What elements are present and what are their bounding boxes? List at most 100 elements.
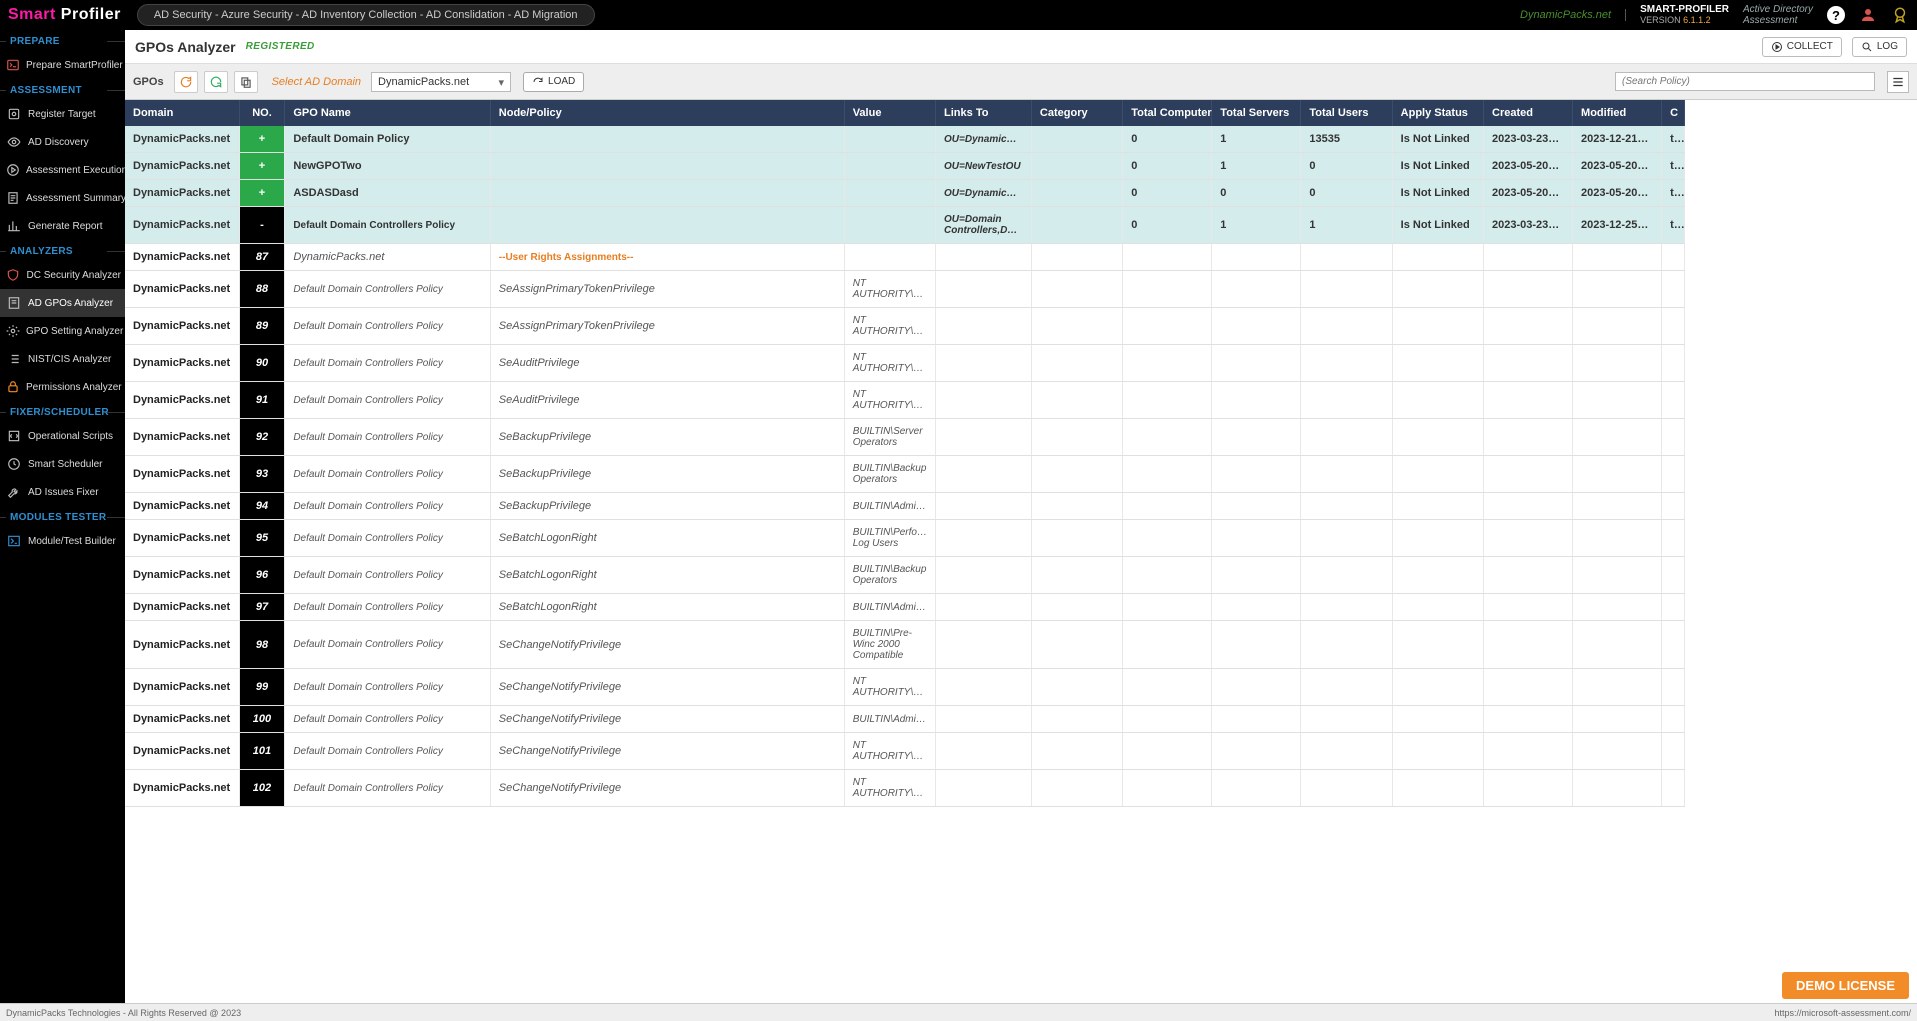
sidebar-item-permissions-analyzer[interactable]: Permissions Analyzer [0,373,125,401]
table-row[interactable]: DynamicPacks.net96Default Domain Control… [125,557,1685,594]
cell [1392,308,1483,345]
footer-right[interactable]: https://microsoft-assessment.com/ [1774,1008,1911,1018]
sidebar-item-ad-gpos-analyzer[interactable]: AD GPOs Analyzer [0,289,125,317]
sidebar-item-gpo-setting-analyzer[interactable]: GPO Setting Analyzer [0,317,125,345]
cell [1301,669,1392,706]
table-row[interactable]: DynamicPacks.net101Default Domain Contro… [125,733,1685,770]
sidebar-item-register-target[interactable]: Register Target [0,100,125,128]
cell [1031,126,1122,153]
cell [1123,706,1212,733]
gpos-label: GPOs [133,76,164,88]
log-button[interactable]: LOG [1852,37,1907,57]
sidebar-item-dc-security-analyzer[interactable]: DC Security Analyzer [0,261,125,289]
cell: Is Not Linked [1392,153,1483,180]
table-row[interactable]: DynamicPacks.net91Default Domain Control… [125,382,1685,419]
copy-button[interactable] [234,71,258,93]
cell [1123,345,1212,382]
domain-dropdown[interactable]: DynamicPacks.net [371,72,511,92]
table-group-row[interactable]: DynamicPacks.net+NewGPOTwoOU=NewTestOU01… [125,153,1685,180]
table-row[interactable]: DynamicPacks.net95Default Domain Control… [125,520,1685,557]
column-header[interactable]: Apply Status [1392,100,1483,126]
cell [1484,770,1573,807]
cell: SeBackupPrivilege [490,456,844,493]
cell: 0 [1123,180,1212,207]
table-row[interactable]: DynamicPacks.net100Default Domain Contro… [125,706,1685,733]
column-header[interactable]: NO. [239,100,285,126]
help-icon[interactable]: ? [1827,6,1845,24]
cell: BUILTIN\Administ [844,594,935,621]
table-group-row[interactable]: DynamicPacks.net-Default Domain Controll… [125,207,1685,244]
table-row[interactable]: DynamicPacks.net98Default Domain Control… [125,621,1685,669]
sidebar-item-assessment-execution[interactable]: Assessment Execution [0,156,125,184]
policy-icon [6,295,22,311]
cell: OU=NewTestOU [936,153,1032,180]
cell: BUILTIN\Backup Operators [844,456,935,493]
cell: DynamicPacks.net [125,126,239,153]
collect-button[interactable]: COLLECT [1762,37,1842,57]
refresh-button[interactable] [174,71,198,93]
cell: SeBackupPrivilege [490,419,844,456]
column-header[interactable]: Modified [1573,100,1662,126]
sidebar-item-generate-report[interactable]: Generate Report [0,212,125,240]
cell [1484,621,1573,669]
sidebar-item-prepare-smartprofiler[interactable]: Prepare SmartProfiler [0,51,125,79]
table-row[interactable]: DynamicPacks.net87DynamicPacks.net--User… [125,244,1685,271]
award-icon[interactable] [1891,6,1909,24]
table-row[interactable]: DynamicPacks.net93Default Domain Control… [125,456,1685,493]
column-header[interactable]: Total Users [1301,100,1392,126]
column-header[interactable]: Domain [125,100,239,126]
table-group-row[interactable]: DynamicPacks.net+Default Domain PolicyOU… [125,126,1685,153]
play-circle-icon [1771,41,1783,53]
column-header[interactable]: Created [1484,100,1573,126]
play-icon [6,162,20,178]
column-header[interactable]: Total Servers [1212,100,1301,126]
cell: DynamicPacks.net [125,153,239,180]
column-header[interactable]: Total Computers [1123,100,1212,126]
sidebar-item-nist-cis-analyzer[interactable]: NIST/CIS Analyzer [0,345,125,373]
site-link[interactable]: DynamicPacks.net [1520,9,1626,21]
cell: 2023-12-21T13:58 [1573,126,1662,153]
load-button[interactable]: LOAD [523,72,584,92]
table-row[interactable]: DynamicPacks.net102Default Domain Contro… [125,770,1685,807]
table-row[interactable]: DynamicPacks.net89Default Domain Control… [125,308,1685,345]
table-row[interactable]: DynamicPacks.net97Default Domain Control… [125,594,1685,621]
cell: Default Domain Controllers Policy [285,706,490,733]
hamburger-icon[interactable] [1887,71,1909,93]
table-row[interactable]: DynamicPacks.net90Default Domain Control… [125,345,1685,382]
doc-icon [6,190,20,206]
cell: NT AUTHORITY\NETW [844,271,935,308]
column-header[interactable]: Node/Policy [490,100,844,126]
cell [1123,770,1212,807]
sidebar-item-smart-scheduler[interactable]: Smart Scheduler [0,450,125,478]
cell: BUILTIN\Administ [844,493,935,520]
table-container[interactable]: DomainNO.GPO NameNode/PolicyValueLinks T… [125,100,1917,1003]
table-row[interactable]: DynamicPacks.net99Default Domain Control… [125,669,1685,706]
sidebar-item-assessment-summary[interactable]: Assessment Summary [0,184,125,212]
cell [936,621,1032,669]
footer: DynamicPacks Technologies - All Rights R… [0,1003,1917,1021]
cell: 88 [239,271,285,308]
table-row[interactable]: DynamicPacks.net94Default Domain Control… [125,493,1685,520]
sidebar-item-operational-scripts[interactable]: Operational Scripts [0,422,125,450]
column-header[interactable]: Links To [936,100,1032,126]
cell: 99 [239,669,285,706]
table-group-row[interactable]: DynamicPacks.net+ASDASDasdOU=DynamicPack… [125,180,1685,207]
export-button[interactable] [204,71,228,93]
cell [1123,669,1212,706]
column-header[interactable]: Value [844,100,935,126]
user-icon[interactable] [1859,6,1877,24]
column-header[interactable]: GPO Name [285,100,490,126]
cell [1392,621,1483,669]
sidebar-item-ad-issues-fixer[interactable]: AD Issues Fixer [0,478,125,506]
cell [1392,706,1483,733]
column-header[interactable]: C [1662,100,1685,126]
table-row[interactable]: DynamicPacks.net88Default Domain Control… [125,271,1685,308]
breadcrumb: AD Security - Azure Security - AD Invent… [137,4,595,26]
sidebar-item-module-test-builder[interactable]: Module/Test Builder [0,527,125,555]
search-input[interactable] [1615,72,1875,91]
sidebar-item-ad-discovery[interactable]: AD Discovery [0,128,125,156]
table-row[interactable]: DynamicPacks.net92Default Domain Control… [125,419,1685,456]
cell: DynamicPacks.net [125,456,239,493]
column-header[interactable]: Category [1031,100,1122,126]
assessment-mode: Active Directory Assessment [1743,4,1813,26]
